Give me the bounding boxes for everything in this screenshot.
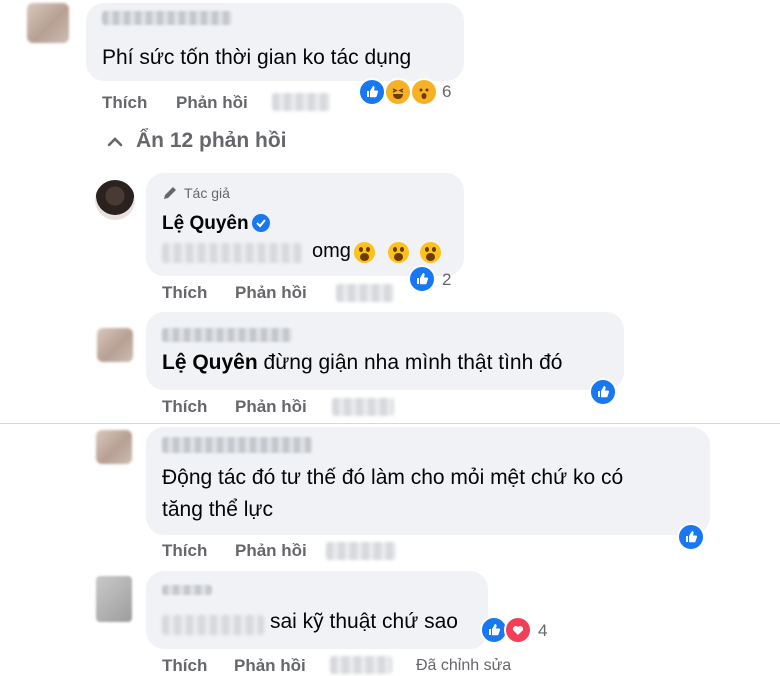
replier-avatar[interactable] xyxy=(96,576,132,622)
shocked-emoji-icon xyxy=(388,242,409,263)
care-icon xyxy=(504,616,532,644)
reaction-summary[interactable]: 4 xyxy=(480,614,560,644)
reply-action[interactable]: Phản hồi xyxy=(235,541,307,561)
timestamp-blurred xyxy=(326,542,396,560)
shocked-emoji-icon xyxy=(420,242,441,263)
like-action[interactable]: Thích xyxy=(102,93,147,113)
reply-action[interactable]: Phản hồi xyxy=(235,283,307,303)
commenter-avatar[interactable] xyxy=(27,3,69,43)
reply-text: sai kỹ thuật chứ sao xyxy=(270,610,458,633)
reaction-count: 4 xyxy=(538,621,548,640)
haha-icon xyxy=(384,78,412,106)
like-action[interactable]: Thích xyxy=(162,541,207,561)
comment-bubble: Phí sức tốn thời gian ko tác dụng xyxy=(86,3,464,81)
timestamp-blurred xyxy=(332,398,394,416)
reply-author-name[interactable]: Lệ Quyên xyxy=(162,209,249,239)
shocked-emoji-icon xyxy=(354,242,375,263)
replier-name-blurred[interactable] xyxy=(162,328,292,342)
reply-bubble-author: Tác giả Lệ Quyên omg xyxy=(146,173,464,276)
reply-text-line1: Động tác đó tư thế đó làm cho mỏi mệt ch… xyxy=(162,466,624,489)
like-action[interactable]: Thích xyxy=(162,656,207,676)
edited-label: Đã chỉnh sửa xyxy=(416,657,512,674)
reply-action[interactable]: Phản hồi xyxy=(234,656,306,676)
like-icon[interactable] xyxy=(589,378,617,406)
like-action[interactable]: Thích xyxy=(162,283,207,303)
wow-icon xyxy=(410,78,438,106)
timestamp-blurred xyxy=(336,284,394,302)
image-seam xyxy=(0,423,780,424)
comment-text: Phí sức tốn thời gian ko tác dụng xyxy=(102,46,412,69)
reply-action[interactable]: Phản hồi xyxy=(235,397,307,417)
like-icon xyxy=(408,265,436,293)
reaction-summary[interactable]: 2 xyxy=(408,263,468,293)
like-icon xyxy=(358,78,386,106)
reply-text: đừng giận nha mình thật tình đó xyxy=(257,351,563,374)
like-action[interactable]: Thích xyxy=(162,397,207,417)
reply-bubble: Động tác đó tư thế đó làm cho mỏi mệt ch… xyxy=(146,427,710,535)
mention-blurred xyxy=(162,615,264,635)
reaction-summary[interactable]: 6 xyxy=(358,76,458,106)
replier-avatar[interactable] xyxy=(96,430,132,464)
author-avatar[interactable] xyxy=(95,180,135,220)
mention-blurred xyxy=(162,243,302,263)
replier-name-blurred[interactable] xyxy=(162,585,212,595)
verified-badge-icon xyxy=(252,214,270,232)
reaction-count: 2 xyxy=(442,270,452,289)
commenter-name-blurred[interactable] xyxy=(102,11,232,25)
timestamp-blurred xyxy=(272,93,330,111)
reply-action[interactable]: Phản hồi xyxy=(176,93,248,113)
like-icon[interactable] xyxy=(677,523,705,551)
mention-link[interactable]: Lệ Quyên xyxy=(162,351,258,374)
reaction-count: 6 xyxy=(442,82,452,101)
reply-bubble: sai kỹ thuật chứ sao xyxy=(146,571,488,649)
timestamp-blurred xyxy=(330,656,392,674)
chevron-up-icon xyxy=(107,137,123,147)
hide-replies-toggle[interactable]: Ẩn 12 phản hồi xyxy=(104,128,304,158)
author-tag: Tác giả xyxy=(184,185,230,201)
replier-name-blurred[interactable] xyxy=(162,437,312,453)
reply-bubble: Lệ Quyên đừng giận nha mình thật tình đó xyxy=(146,312,624,390)
reply-text: omg xyxy=(312,240,351,262)
pencil-icon xyxy=(164,187,176,199)
hide-replies-label: Ẩn 12 phản hồi xyxy=(136,129,287,152)
reply-text-wrap: Lệ Quyên đừng giận nha mình thật tình đó xyxy=(162,348,562,378)
reply-text-line2: tăng thể lực xyxy=(162,498,273,521)
replier-avatar[interactable] xyxy=(97,328,133,362)
